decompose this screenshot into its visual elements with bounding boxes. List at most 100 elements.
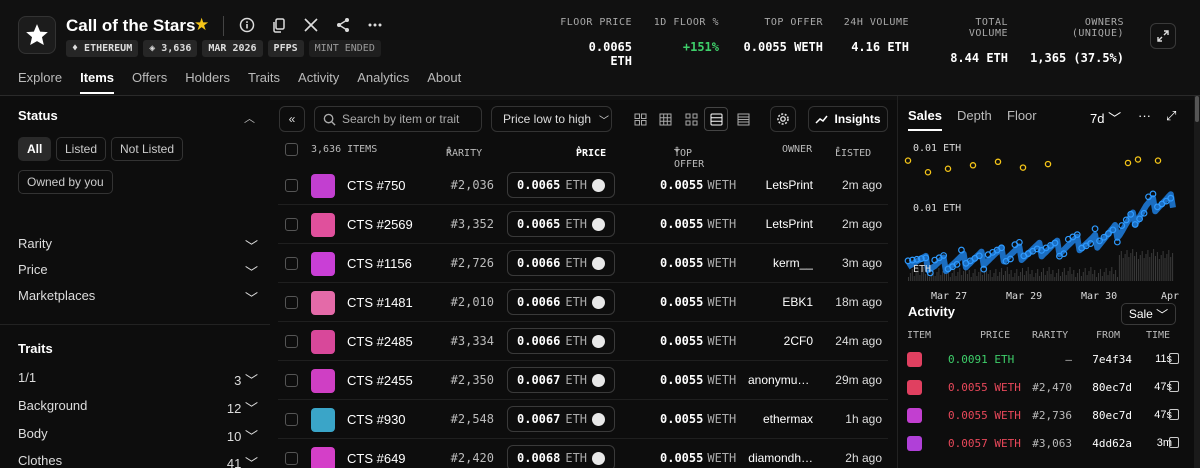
activity-from[interactable]: 80ec7d — [1082, 381, 1132, 394]
table-row[interactable]: CTS #2569 #3,352 0.0065 ETH 0.0055 WETH LetsPr… — [278, 205, 888, 244]
x-social-icon[interactable] — [300, 14, 322, 36]
grid-large-icon[interactable] — [630, 109, 650, 129]
buy-price-button[interactable]: 0.0066 ETH — [507, 289, 615, 315]
info-icon[interactable] — [236, 14, 258, 36]
item-name[interactable]: CTS #1481 — [347, 295, 413, 310]
table-row[interactable]: CTS #649 #2,420 0.0068 ETH 0.0055 WETH diamond… — [278, 439, 888, 468]
tab-offers[interactable]: Offers — [132, 70, 167, 94]
item-thumbnail[interactable] — [311, 447, 335, 468]
table-row[interactable]: CTS #1156 #2,726 0.0066 ETH 0.0055 WETH kerm__… — [278, 244, 888, 283]
buy-price-button[interactable]: 0.0067 ETH — [507, 367, 615, 393]
buy-price-button[interactable]: 0.0065 ETH — [507, 211, 615, 237]
item-owner[interactable]: kerm__ — [748, 256, 813, 270]
share-icon[interactable] — [332, 14, 354, 36]
grid-small-icon[interactable] — [681, 109, 701, 129]
row-checkbox[interactable] — [285, 218, 298, 231]
table-row[interactable]: CTS #2485 #3,334 0.0066 ETH 0.0055 WETH 2CF0 24… — [278, 322, 888, 361]
table-row[interactable]: CTS #750 #2,036 0.0065 ETH 0.0055 WETH LetsPri… — [278, 166, 888, 205]
grid-medium-icon[interactable] — [655, 109, 675, 129]
sort-dropdown[interactable]: Price low to high ﹀ — [491, 106, 612, 132]
item-owner[interactable]: LetsPrint — [748, 217, 813, 231]
item-thumbnail[interactable] — [311, 408, 335, 432]
tab-about[interactable]: About — [427, 70, 461, 94]
item-thumbnail[interactable] — [311, 291, 335, 315]
item-thumbnail[interactable] — [311, 174, 335, 198]
range-dropdown[interactable]: 7d ﹀ — [1090, 108, 1121, 127]
item-name[interactable]: CTS #1156 — [347, 256, 412, 271]
item-owner[interactable]: ethermax — [748, 412, 813, 426]
row-checkbox[interactable] — [285, 296, 298, 309]
row-checkbox[interactable] — [285, 374, 298, 387]
activity-from[interactable]: 7e4f34 — [1082, 353, 1132, 366]
filter-marketplaces[interactable]: Marketplaces ﹀ — [18, 288, 258, 307]
item-owner[interactable]: 2CF0 — [748, 334, 813, 348]
col-rarity[interactable]: RARITY ⇕ — [446, 144, 482, 159]
trait-clothes[interactable]: Clothes 41 ﹀ — [18, 453, 258, 468]
item-name[interactable]: CTS #2455 — [347, 373, 413, 388]
activity-from[interactable]: 80ec7d — [1082, 409, 1132, 422]
insights-button[interactable]: Insights — [808, 106, 888, 132]
item-owner[interactable]: LetsPrint — [748, 178, 813, 192]
copy-icon[interactable] — [268, 14, 290, 36]
tab-explore[interactable]: Explore — [18, 70, 62, 94]
table-row[interactable]: CTS #2455 #2,350 0.0067 ETH 0.0055 WETH anonym… — [278, 361, 888, 400]
activity-from[interactable]: 4dd62a — [1082, 437, 1132, 450]
trait-body[interactable]: Body 10 ﹀ — [18, 426, 258, 445]
row-checkbox[interactable] — [285, 179, 298, 192]
activity-row[interactable]: 0.0055 WETH #2,470 80ec7d 47s — [907, 376, 1189, 403]
item-owner[interactable]: anonymus… — [748, 373, 813, 387]
row-checkbox[interactable] — [285, 257, 298, 270]
tab-depth[interactable]: Depth — [957, 108, 992, 123]
tab-floor[interactable]: Floor — [1007, 108, 1037, 123]
fullscreen-button[interactable] — [1150, 23, 1176, 49]
search-input[interactable] — [342, 112, 477, 126]
tab-items[interactable]: Items — [80, 70, 114, 94]
tab-activity[interactable]: Activity — [298, 70, 339, 94]
table-row[interactable]: CTS #930 #2,548 0.0067 ETH 0.0055 WETH etherma… — [278, 400, 888, 439]
item-owner[interactable]: EBK1 — [748, 295, 813, 309]
buy-price-button[interactable]: 0.0067 ETH — [507, 406, 615, 432]
tab-sales[interactable]: Sales — [908, 108, 942, 131]
buy-price-button[interactable]: 0.0065 ETH — [507, 172, 615, 198]
row-checkbox[interactable] — [285, 413, 298, 426]
filter-rarity[interactable]: Rarity ﹀ — [18, 236, 258, 255]
expand-icon[interactable]: ⤢ — [1166, 108, 1176, 124]
item-name[interactable]: CTS #649 — [347, 451, 406, 466]
collapse-sidebar-button[interactable]: « — [279, 106, 305, 132]
item-thumbnail[interactable] — [311, 369, 335, 393]
col-top-offer[interactable]: TOP OFFER ⇕ — [674, 144, 704, 170]
more-options-icon[interactable]: ··· — [1138, 108, 1151, 123]
filter-price[interactable]: Price ﹀ — [18, 262, 258, 281]
tab-analytics[interactable]: Analytics — [357, 70, 409, 94]
search-box[interactable] — [314, 106, 482, 132]
favorite-star-icon[interactable]: ★ — [194, 15, 209, 35]
more-options-icon[interactable] — [364, 14, 386, 36]
buy-price-button[interactable]: 0.0068 ETH — [507, 445, 615, 468]
activity-row[interactable]: 0.0057 WETH #3,063 4dd62a 3m — [907, 432, 1189, 459]
tab-traits[interactable]: Traits — [248, 70, 280, 94]
scrollbar[interactable] — [1194, 96, 1200, 468]
activity-filter-dropdown[interactable]: Sale ﹀ — [1121, 303, 1176, 325]
chevron-up-icon[interactable]: ︿ — [244, 110, 255, 126]
item-thumbnail[interactable] — [311, 213, 335, 237]
tab-holders[interactable]: Holders — [185, 70, 230, 94]
buy-price-button[interactable]: 0.0066 ETH — [507, 328, 615, 354]
list-view-icon[interactable] — [704, 107, 728, 131]
item-thumbnail[interactable] — [311, 252, 335, 276]
table-row[interactable]: CTS #1481 #2,010 0.0066 ETH 0.0055 WETH EBK1 18… — [278, 283, 888, 322]
status-not-listed[interactable]: Not Listed — [111, 137, 184, 161]
activity-row[interactable]: 0.0091 ETH –7e4f34 11s — [907, 348, 1189, 375]
trait-background[interactable]: Background 12 ﹀ — [18, 398, 258, 417]
item-name[interactable]: CTS #930 — [347, 412, 406, 427]
status-listed[interactable]: Listed — [56, 137, 107, 161]
buy-price-button[interactable]: 0.0066 ETH — [507, 250, 615, 276]
select-all-checkbox[interactable] — [285, 143, 298, 156]
item-name[interactable]: CTS #2485 — [347, 334, 413, 349]
item-owner[interactable]: diamondh… — [748, 451, 813, 465]
table-view-icon[interactable] — [733, 109, 753, 129]
row-checkbox[interactable] — [285, 452, 298, 465]
col-price[interactable]: PRICE ˄ — [576, 144, 606, 159]
trait-1-1[interactable]: 1/1 3 ﹀ — [18, 370, 258, 389]
status-all[interactable]: All — [18, 137, 52, 161]
status-owned[interactable]: Owned by you — [18, 170, 113, 194]
